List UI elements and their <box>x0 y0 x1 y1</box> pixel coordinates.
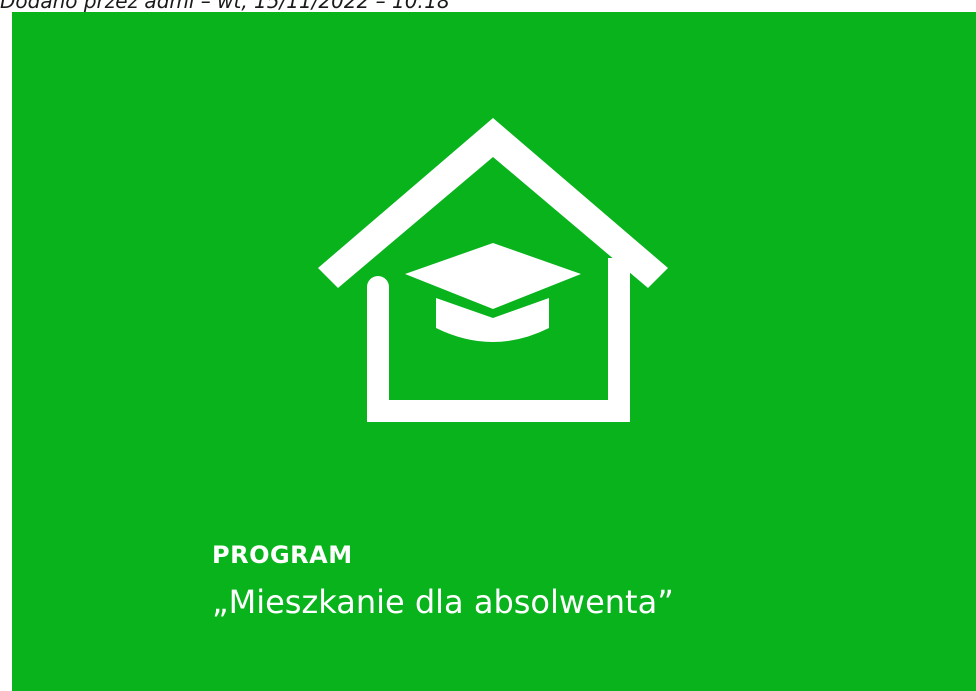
program-title: „Mieszkanie dla absolwenta” <box>212 583 674 621</box>
program-banner: PROGRAM „Mieszkanie dla absolwenta” <box>12 12 976 691</box>
program-kicker: PROGRAM <box>212 541 353 569</box>
program-title-block: PROGRAM „Mieszkanie dla absolwenta” <box>212 540 674 624</box>
